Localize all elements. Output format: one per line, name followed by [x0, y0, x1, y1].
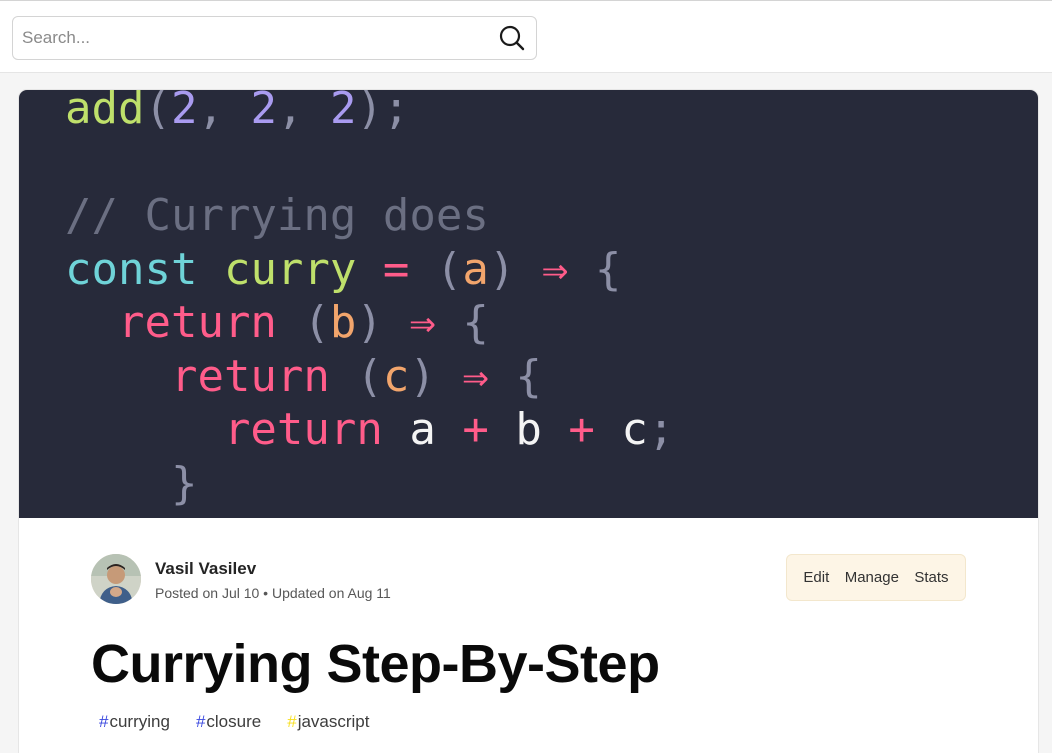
code-token: , — [276, 90, 330, 134]
search-icon — [499, 25, 525, 51]
code-token: 2 — [329, 90, 357, 134]
tag-closure[interactable]: #closure — [188, 709, 269, 735]
code-line: } — [65, 457, 674, 511]
tag-label: closure — [206, 712, 262, 731]
code-token: return — [65, 404, 410, 455]
code-token: b — [329, 297, 357, 348]
code-token: { — [515, 350, 542, 402]
code-token: b — [515, 404, 569, 455]
cover-image: add(2, 2, 2);// Currying does const curry… — [19, 90, 1038, 518]
code-token: + — [462, 404, 516, 455]
code-token: const — [65, 243, 224, 295]
code-token: a — [462, 243, 489, 295]
code-token: return — [65, 297, 304, 348]
code-line: return (b) ⇒ { — [65, 296, 674, 350]
code-token: ( — [435, 243, 463, 295]
top-header — [0, 0, 1052, 73]
code-token: return — [65, 350, 357, 402]
stats-button[interactable]: Stats — [911, 565, 951, 590]
search-input[interactable] — [13, 17, 483, 59]
code-token: ) — [409, 350, 463, 402]
code-token: , — [197, 90, 251, 134]
code-token: + — [568, 404, 622, 455]
author-name[interactable]: Vasil Vasilev — [155, 559, 256, 579]
code-token: ( — [303, 297, 330, 348]
code-token: ) — [488, 243, 542, 295]
avatar[interactable] — [91, 554, 141, 604]
code-token: { — [462, 297, 489, 348]
author-actions: Edit Manage Stats — [786, 554, 966, 601]
code-token: 2 — [170, 90, 198, 134]
code-token: ) — [356, 297, 410, 348]
code-token: c — [382, 350, 410, 402]
edit-button[interactable]: Edit — [800, 565, 832, 590]
cover-code: add(2, 2, 2);// Currying does const curry… — [65, 90, 674, 518]
manage-button[interactable]: Manage — [842, 565, 902, 590]
code-token: ( — [144, 90, 171, 134]
code-token: add — [65, 90, 145, 134]
tag-label: javascript — [297, 712, 370, 731]
code-token: // Currying does — [65, 190, 489, 241]
code-token: = — [382, 243, 436, 295]
tag-hash: # — [195, 712, 206, 731]
code-line: return a + b + c; — [65, 403, 674, 457]
tag-javascript[interactable]: #javascript — [279, 709, 377, 735]
code-token: curry — [223, 243, 383, 295]
tag-hash: # — [287, 712, 297, 731]
code-line: add(2, 2, 2); — [65, 90, 674, 136]
code-token: 2 — [250, 90, 277, 134]
tag-currying[interactable]: #currying — [91, 709, 178, 735]
post-dates: Posted on Jul 10 • Updated on Aug 11 — [155, 585, 391, 601]
code-token: ( — [356, 350, 383, 402]
code-token: { — [594, 243, 622, 295]
code-line: // Currying does — [65, 189, 674, 243]
code-token: ⇒ — [462, 350, 516, 402]
search-button[interactable] — [496, 23, 528, 53]
tag-label: currying — [109, 712, 170, 731]
article-card: add(2, 2, 2);// Currying does const curry… — [19, 90, 1038, 753]
code-token: } — [65, 457, 198, 509]
avatar-image — [91, 554, 141, 604]
tag-hash: # — [99, 712, 109, 731]
article-title: Currying Step-By-Step — [91, 634, 660, 694]
code-token: a — [409, 404, 463, 455]
code-token: ⇒ — [409, 297, 463, 348]
code-token: ⇒ — [541, 243, 595, 295]
code-token: ); — [356, 90, 410, 134]
search-box — [12, 16, 537, 60]
code-line: } — [65, 510, 674, 518]
code-token: ; — [647, 404, 675, 455]
code-line: const curry = (a) ⇒ { — [65, 243, 674, 297]
code-token: c — [621, 404, 648, 455]
code-token: } — [65, 511, 145, 518]
tag-list: #currying #closure #javascript — [91, 709, 378, 735]
code-line: return (c) ⇒ { — [65, 350, 674, 404]
